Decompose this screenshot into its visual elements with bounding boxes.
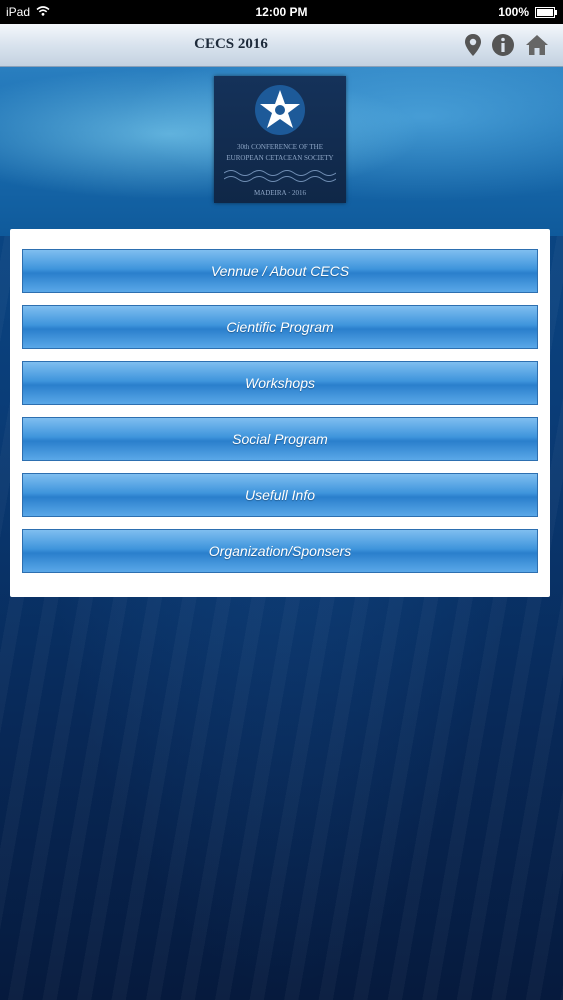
logo-line-2: EUROPEAN CETACEAN SOCIETY (226, 154, 334, 162)
menu-panel: Vennue / About CECS Cientific Program Wo… (10, 229, 550, 597)
location-pin-icon[interactable] (460, 32, 486, 58)
home-icon[interactable] (524, 32, 550, 58)
logo-line-1: 30th CONFERENCE OF THE (236, 143, 324, 151)
menu-button-scientific-program[interactable]: Cientific Program (22, 305, 538, 349)
menu-button-social-program[interactable]: Social Program (22, 417, 538, 461)
menu-button-useful-info[interactable]: Usefull Info (22, 473, 538, 517)
status-bar: iPad 12:00 PM 100% (0, 0, 563, 24)
battery-icon (535, 6, 557, 18)
navigation-bar: CECS 2016 (0, 24, 563, 67)
status-time: 12:00 PM (255, 5, 308, 19)
menu-button-organization-sponsors[interactable]: Organization/Sponsers (22, 529, 538, 573)
status-right: 100% (498, 5, 557, 19)
logo-line-3: MADEIRA · 2016 (253, 189, 307, 197)
waves-icon (224, 170, 336, 182)
menu-button-workshops[interactable]: Workshops (22, 361, 538, 405)
battery-percent: 100% (498, 5, 529, 19)
menu-button-venue[interactable]: Vennue / About CECS (22, 249, 538, 293)
info-icon[interactable] (490, 32, 516, 58)
conference-logo: 30th CONFERENCE OF THE EUROPEAN CETACEAN… (214, 76, 346, 203)
page-title: CECS 2016 (194, 36, 268, 52)
starfish-emblem-icon (255, 85, 305, 135)
